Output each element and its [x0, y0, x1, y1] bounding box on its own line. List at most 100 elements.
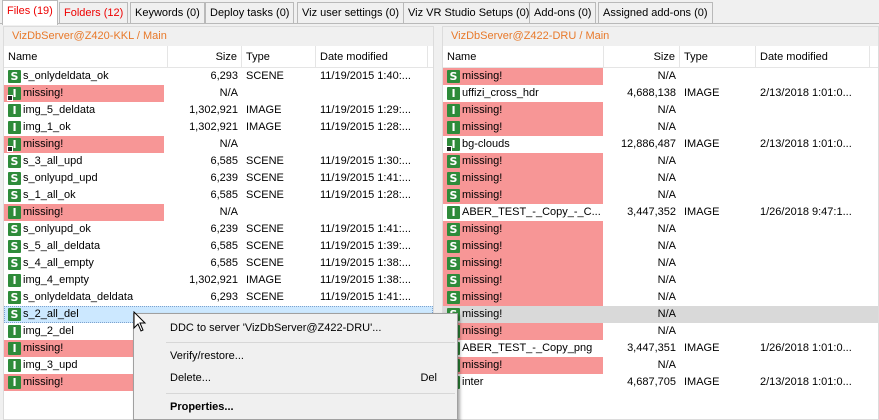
table-row[interactable]: Iimg_1_ok 1,302,921 IMAGE 11/19/2015 1:28:.…	[4, 119, 433, 136]
file-name: img_1_ok	[23, 121, 71, 133]
file-size: N/A	[657, 172, 676, 184]
file-size: N/A	[657, 291, 676, 303]
menu-item-ddc-to-server[interactable]: DDC to server 'VizDbServer@Z422-DRU'...	[136, 317, 455, 339]
file-size: 6,293	[210, 70, 238, 82]
table-row[interactable]: I ABER_TEST_-_Copy_-_C... 3,447,352 IMAGE 1/…	[443, 204, 878, 221]
table-row[interactable]: Smissing! N/A	[443, 272, 878, 289]
menu-item-properties[interactable]: Properties...	[136, 396, 455, 418]
table-row[interactable]: Smissing! N/A	[443, 221, 878, 238]
table-row[interactable]: Imissing! N/A	[443, 119, 878, 136]
column-type[interactable]: Type	[242, 46, 316, 68]
menu-separator	[166, 342, 455, 343]
column-date-modified[interactable]: Date modified	[756, 46, 870, 68]
table-row[interactable]: Ibg-clouds 12,886,487 IMAGE 2/13/2018 1:01:…	[443, 136, 878, 153]
table-row[interactable]: Ss_1_all_ok 6,585 SCENE 11/19/2015 1:28:...	[4, 187, 433, 204]
file-type: SCENE	[246, 70, 284, 82]
table-row[interactable]: Ss_onlydeldata_ok 6,293 SCENE 11/19/2015 1:…	[4, 68, 433, 85]
column-size[interactable]: Size	[168, 46, 242, 68]
file-type: SCENE	[246, 291, 284, 303]
table-row[interactable]: Smissing! N/A	[443, 306, 878, 323]
file-name: s_2_all_del	[23, 308, 79, 320]
tab-add-ons[interactable]: Add-ons (0)	[529, 2, 597, 23]
file-type: IMAGE	[684, 138, 720, 150]
file-date-modified: 11/19/2015 1:40:...	[320, 70, 411, 82]
table-row[interactable]: Ss_4_all_empty 6,585 SCENE 11/19/2015 1:38:…	[4, 255, 433, 272]
file-date-modified: 11/19/2015 1:41:...	[320, 172, 411, 184]
table-row[interactable]: IABER_TEST_-_Copy_png 3,447,351 IMAGE 1/26/…	[443, 340, 878, 357]
file-date-modified: 11/19/2015 1:41:...	[320, 291, 411, 303]
scene-file-icon: S	[447, 155, 460, 168]
file-date-modified	[756, 289, 870, 306]
file-size: N/A	[657, 240, 676, 252]
file-type	[242, 204, 316, 221]
table-row[interactable]: Imissing! N/A	[4, 136, 433, 153]
file-name: missing!	[23, 138, 64, 150]
table-row[interactable]: Imissing! N/A	[443, 323, 878, 340]
table-row[interactable]: Smissing! N/A	[443, 289, 878, 306]
column-name[interactable]: Name	[4, 46, 168, 68]
table-row[interactable]: Smissing! N/A	[443, 153, 878, 170]
file-name: uffizi_cross_hdr	[462, 87, 539, 99]
file-name-cell: Smissing!	[443, 238, 603, 255]
table-row[interactable]: Smissing! N/A	[443, 187, 878, 204]
table-row[interactable]: Ss_5_all_deldata 6,585 SCENE 11/19/2015 1:3…	[4, 238, 433, 255]
file-name-cell: Smissing!	[443, 221, 603, 238]
file-name: inter	[462, 376, 484, 388]
tab-files[interactable]: Files (19)	[2, 0, 58, 25]
tab-folders[interactable]: Folders (12)	[59, 2, 129, 23]
table-row[interactable]: Imissing! N/A	[4, 85, 433, 102]
table-row[interactable]: Smissing! N/A	[443, 255, 878, 272]
file-name: missing!	[23, 376, 64, 388]
file-date-modified	[756, 102, 870, 119]
scene-file-icon: S	[447, 291, 460, 304]
tab-viz-user-settings[interactable]: Viz user settings (0)	[297, 2, 405, 23]
file-name-cell: Iuffizi_cross_hdr	[443, 85, 603, 102]
table-row[interactable]: Imissing! N/A	[443, 102, 878, 119]
tab-assigned-add-ons[interactable]: Assigned add-ons (0)	[598, 2, 713, 23]
table-row[interactable]: Iimg_5_deldata 1,302,921 IMAGE 11/19/2015 1…	[4, 102, 433, 119]
table-row[interactable]: Iuffizi_cross_hdr 4,688,138 IMAGE 2/13/2018…	[443, 85, 878, 102]
file-name: missing!	[462, 359, 503, 371]
column-name[interactable]: Name	[443, 46, 604, 68]
column-size[interactable]: Size	[604, 46, 680, 68]
table-row[interactable]: Iimg_4_empty 1,302,921 IMAGE 11/19/2015 1:3…	[4, 272, 433, 289]
file-name: missing!	[462, 291, 503, 303]
file-size: 12,886,487	[620, 138, 676, 150]
file-size: 4,688,138	[627, 87, 676, 99]
file-name: s_3_all_upd	[23, 155, 83, 167]
column-date-modified[interactable]: Date modified	[316, 46, 428, 68]
file-type: SCENE	[246, 257, 284, 269]
image-file-icon: I	[8, 104, 21, 117]
file-name: missing!	[23, 206, 64, 218]
table-row[interactable]: Smissing! N/A	[443, 170, 878, 187]
table-row[interactable]: Ss_onlyupd_upd 6,239 SCENE 11/19/2015 1:41:…	[4, 170, 433, 187]
tab-deploy-tasks[interactable]: Deploy tasks (0)	[205, 2, 295, 23]
table-row[interactable]: Imissing! N/A	[4, 204, 433, 221]
missing-file-icon: I	[7, 138, 21, 152]
file-size: 6,585	[210, 155, 238, 167]
table-row[interactable]: Imissing! N/A	[443, 357, 878, 374]
table-row[interactable]: Smissing! N/A	[443, 238, 878, 255]
file-type	[680, 306, 756, 323]
file-type: SCENE	[246, 172, 284, 184]
file-name: s_onlydeldata_deldata	[23, 291, 134, 303]
file-date-modified: 2/13/2018 1:01:0...	[760, 87, 852, 99]
table-row[interactable]: Smissing! N/A	[443, 68, 878, 85]
file-size: 3,447,351	[627, 342, 676, 354]
file-size: N/A	[657, 274, 676, 286]
tab-viz-vr-studio-setups[interactable]: Viz VR Studio Setups (0)	[403, 2, 535, 23]
file-name: img_5_deldata	[23, 104, 96, 116]
file-name: s_onlyupd_ok	[23, 223, 91, 235]
table-row[interactable]: Ss_onlyupd_ok 6,239 SCENE 11/19/2015 1:41:.…	[4, 221, 433, 238]
table-row[interactable]: Iinter 4,687,705 IMAGE 2/13/2018 1:01:0...	[443, 374, 878, 391]
table-row[interactable]: Ss_onlydeldata_deldata 6,293 SCENE 11/19/20…	[4, 289, 433, 306]
menu-item-verify-restore[interactable]: Verify/restore...	[136, 345, 455, 367]
file-name-cell: Smissing!	[443, 170, 603, 187]
image-file-icon: I	[8, 121, 21, 134]
tab-keywords[interactable]: Keywords (0)	[130, 2, 205, 23]
table-row[interactable]: Ss_3_all_upd 6,585 SCENE 11/19/2015 1:30:..…	[4, 153, 433, 170]
file-type: IMAGE	[684, 376, 720, 388]
menu-item-delete[interactable]: Delete... Del	[136, 367, 455, 389]
column-type[interactable]: Type	[680, 46, 756, 68]
file-size: N/A	[657, 359, 676, 371]
